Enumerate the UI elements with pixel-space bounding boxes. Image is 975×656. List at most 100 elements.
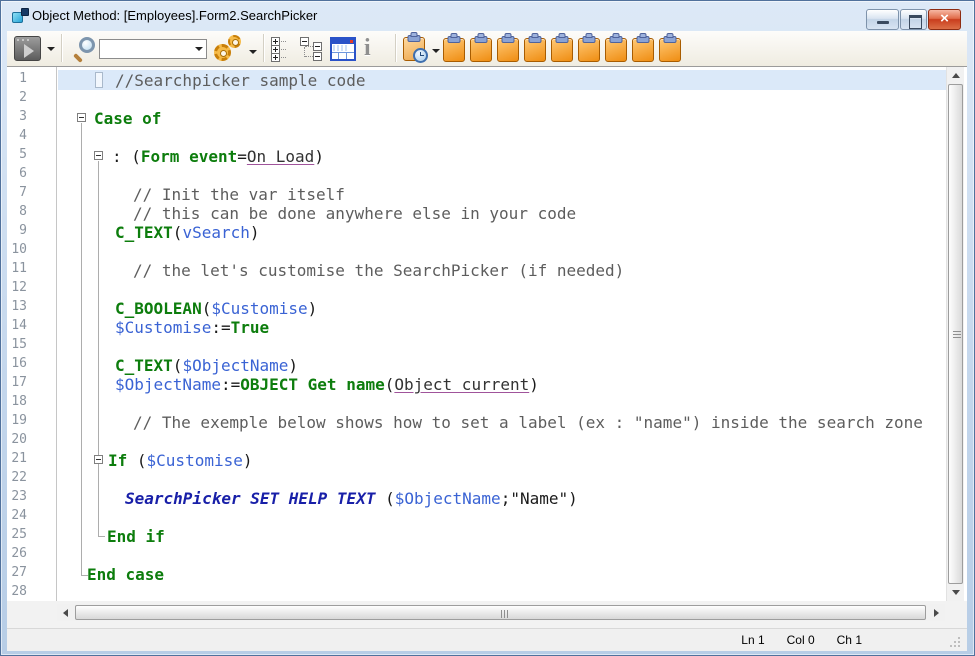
line-number[interactable]: 5	[9, 147, 27, 166]
macro-clipboard-button[interactable]	[470, 38, 492, 62]
close-button[interactable]: ×	[928, 9, 961, 30]
fold-box[interactable]	[77, 113, 86, 122]
macro-clipboard-button[interactable]	[578, 38, 600, 62]
line-number[interactable]: 20	[9, 432, 27, 451]
line-number[interactable]: 3	[9, 109, 27, 128]
clipboard-icon	[551, 38, 573, 62]
horizontal-scrollbar[interactable]	[57, 604, 945, 621]
code-line[interactable]: C_TEXT(vSearch)	[58, 223, 946, 242]
macro-clipboard-button[interactable]	[443, 38, 465, 62]
expand-all-button[interactable]	[271, 37, 297, 61]
fold-box[interactable]	[94, 455, 103, 464]
code-line[interactable]: SearchPicker SET HELP TEXT ($ObjectName;…	[58, 489, 946, 508]
magnifier-handle	[73, 53, 83, 63]
line-number[interactable]: 14	[9, 318, 27, 337]
horizontal-scroll-thumb[interactable]	[75, 605, 926, 620]
line-number[interactable]: 1	[9, 71, 27, 90]
object-method-icon	[11, 8, 29, 25]
code-line[interactable]: If ($Customise)	[58, 451, 946, 470]
vertical-scroll-thumb[interactable]	[948, 84, 963, 584]
line-number[interactable]: 27	[9, 565, 27, 584]
line-number[interactable]: 23	[9, 489, 27, 508]
scroll-right-button[interactable]	[928, 604, 945, 621]
line-number[interactable]: 28	[9, 584, 27, 601]
line-number[interactable]: 16	[9, 356, 27, 375]
code-line[interactable]: C_BOOLEAN($Customise)	[58, 299, 946, 318]
collapse-all-button[interactable]	[300, 37, 326, 61]
line-number[interactable]: 22	[9, 470, 27, 489]
line-number[interactable]: 7	[9, 185, 27, 204]
code-line[interactable]: C_TEXT($ObjectName)	[58, 356, 946, 375]
macro-clipboard-button[interactable]	[605, 38, 627, 62]
code-token: ;	[501, 489, 511, 508]
code-layer[interactable]: //Searchpicker sample code Case of : (Form…	[58, 67, 946, 601]
code-line[interactable]: // the let's customise the SearchPicker …	[58, 261, 946, 280]
toolbar: i	[7, 31, 967, 67]
line-number[interactable]: 6	[9, 166, 27, 185]
macro-clipboard-button[interactable]	[497, 38, 519, 62]
code-token: Form event	[141, 147, 237, 166]
code-line[interactable]: // Init the var itself	[58, 185, 946, 204]
arrow-left-icon	[63, 609, 68, 617]
maximize-button[interactable]	[900, 9, 927, 30]
code-token: True	[231, 318, 270, 337]
line-number[interactable]: 18	[9, 394, 27, 413]
line-number[interactable]: 26	[9, 546, 27, 565]
macro-clipboard-button[interactable]	[659, 38, 681, 62]
run-method-button[interactable]	[14, 36, 55, 61]
grip-dots-icon	[950, 645, 952, 647]
line-number[interactable]: 21	[9, 451, 27, 470]
line-number[interactable]: 9	[9, 223, 27, 242]
code-token: : (	[112, 147, 141, 166]
line-number[interactable]: 4	[9, 128, 27, 147]
code-line[interactable]: //Searchpicker sample code	[58, 71, 946, 90]
line-number[interactable]: 8	[9, 204, 27, 223]
title-bar[interactable]: Object Method: [Employees].Form2.SearchP…	[1, 1, 974, 31]
code-line[interactable]: : (Form event=On Load)	[58, 147, 946, 166]
minimize-button[interactable]	[866, 9, 899, 30]
line-number[interactable]: 12	[9, 280, 27, 299]
clipboard-icon	[470, 38, 492, 62]
status-line: Ln 1	[741, 633, 764, 647]
line-number[interactable]: 13	[9, 299, 27, 318]
macro-clipboard-button[interactable]	[632, 38, 654, 62]
line-number[interactable]: 11	[9, 261, 27, 280]
code-line[interactable]: // this can be done anywhere else in you…	[58, 204, 946, 223]
line-number[interactable]: 2	[9, 90, 27, 109]
line-number[interactable]: 24	[9, 508, 27, 527]
scroll-left-button[interactable]	[57, 604, 74, 621]
code-token: End case	[87, 565, 164, 584]
code-token: (	[385, 375, 395, 394]
vertical-scrollbar[interactable]	[946, 67, 964, 601]
scroll-down-button[interactable]	[947, 584, 965, 601]
resize-grip[interactable]	[950, 635, 962, 647]
macro-record-button[interactable]	[403, 37, 440, 61]
code-token: )	[308, 299, 318, 318]
window-title: Object Method: [Employees].Form2.SearchP…	[32, 8, 317, 23]
scroll-up-button[interactable]	[947, 67, 965, 84]
line-number[interactable]: 17	[9, 375, 27, 394]
search-combobox[interactable]	[99, 39, 207, 59]
fold-box[interactable]	[94, 151, 103, 160]
code-line[interactable]: End if	[58, 527, 946, 546]
gutter[interactable]: 1234567891011121314151617181920212223242…	[7, 67, 57, 601]
code-token: )	[568, 489, 578, 508]
code-line[interactable]: // The exemple below shows how to set a …	[58, 413, 946, 432]
show-form-button[interactable]	[330, 37, 356, 61]
line-number[interactable]: 25	[9, 527, 27, 546]
line-number[interactable]: 10	[9, 242, 27, 261]
chevron-down-icon	[195, 47, 203, 51]
code-line[interactable]: End case	[58, 565, 946, 584]
search-input[interactable]	[100, 41, 191, 57]
code-line[interactable]: Case of	[58, 109, 946, 128]
line-number[interactable]: 19	[9, 413, 27, 432]
macro-clipboard-button[interactable]	[551, 38, 573, 62]
macros-button[interactable]	[213, 35, 257, 62]
cursor-marker	[95, 72, 103, 88]
search-dropdown-button[interactable]	[191, 40, 206, 58]
macro-clipboard-button[interactable]	[524, 38, 546, 62]
line-number[interactable]: 15	[9, 337, 27, 356]
code-line[interactable]: $Customise:=True	[58, 318, 946, 337]
code-line[interactable]: $ObjectName:=OBJECT Get name(Object curr…	[58, 375, 946, 394]
method-info-button[interactable]: i	[364, 36, 371, 60]
